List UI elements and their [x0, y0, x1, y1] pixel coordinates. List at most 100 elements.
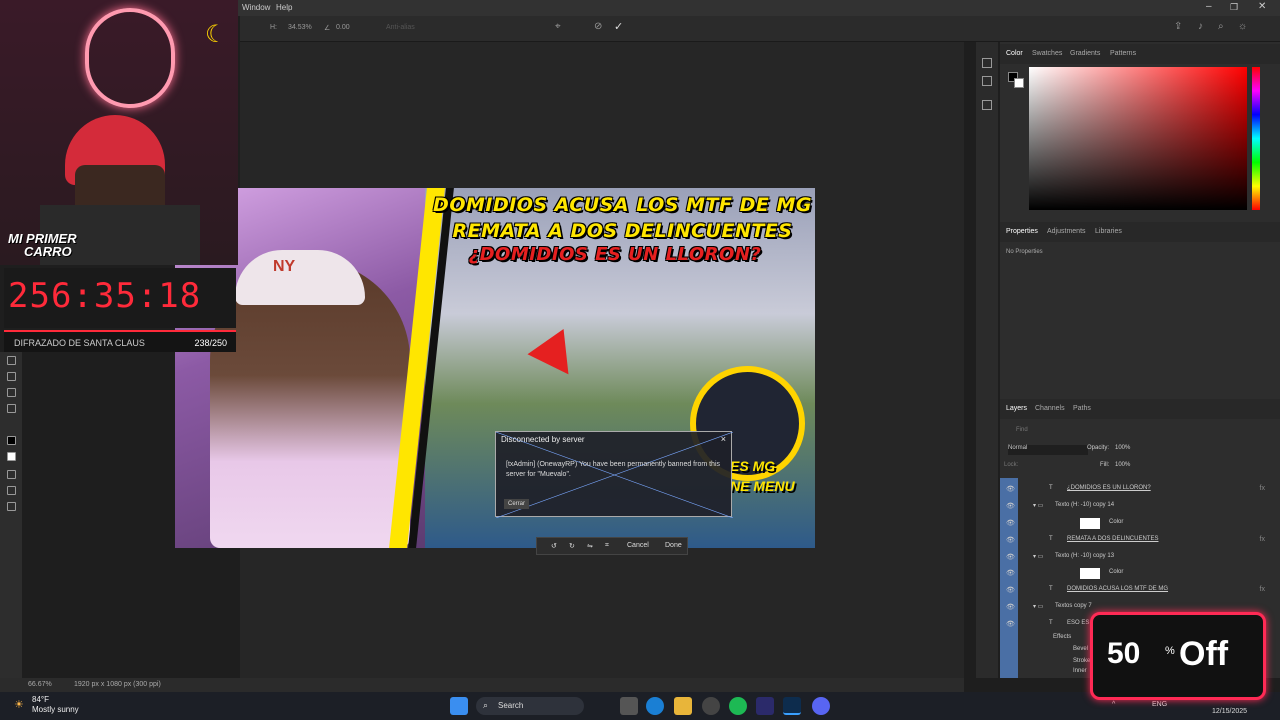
quick-mask-icon[interactable]	[7, 470, 16, 479]
minimize-icon[interactable]: –	[1206, 1, 1212, 12]
file-explorer-icon[interactable]	[674, 697, 692, 715]
chrome-icon[interactable]	[702, 697, 720, 715]
screen-mode-icon[interactable]	[7, 486, 16, 495]
zoom-tool-icon[interactable]	[7, 404, 16, 413]
tab-layers[interactable]: Layers	[1006, 405, 1027, 412]
search-icon[interactable]: ⌕	[1218, 21, 1224, 32]
hand-tool-icon[interactable]	[7, 388, 16, 397]
cancel-transform-icon[interactable]: ⊘	[594, 21, 602, 32]
menu-window[interactable]: Window	[242, 3, 270, 12]
rotate-left-icon[interactable]: ↺	[551, 542, 557, 550]
edit-toolbar-icon[interactable]	[7, 502, 16, 511]
layer-row[interactable]: 👁 Color	[1003, 565, 1271, 581]
comments-icon[interactable]	[982, 76, 992, 86]
fx-icon[interactable]	[982, 100, 992, 110]
cancel-button[interactable]: Cancel	[627, 542, 649, 549]
share-icon[interactable]: ⇪	[1174, 21, 1182, 32]
stream-logo: MI PRIMER CARRO	[8, 231, 77, 259]
anti-alias-checkbox[interactable]: Anti-alias	[386, 24, 415, 31]
language-indicator[interactable]: ENG	[1152, 701, 1167, 708]
dialog-close-button[interactable]: Cerrar	[504, 499, 530, 509]
foreground-color-icon[interactable]	[7, 436, 16, 445]
spotify-icon[interactable]	[729, 697, 747, 715]
layer-row[interactable]: 👁 Color	[1003, 515, 1271, 531]
document-info: 1920 px x 1080 px (300 ppi)	[74, 681, 161, 688]
background-swatch[interactable]	[1014, 78, 1024, 88]
maximize-icon[interactable]: ❐	[1230, 2, 1238, 13]
taskbar-search[interactable]: ⌕ Search	[476, 697, 584, 715]
disconnect-dialog-layer[interactable]: Disconnected by server × [txAdmin] (Onew…	[495, 431, 733, 518]
done-button[interactable]: Done	[665, 542, 682, 549]
goal-count: 238/250	[194, 338, 227, 348]
layer-row[interactable]: 👁 T ¿DOMIDIOS ES UN LLORON? fx	[1003, 481, 1271, 497]
tab-gradients[interactable]: Gradients	[1070, 50, 1100, 57]
bell-icon[interactable]: ♪	[1198, 21, 1203, 32]
layer-filter-input[interactable]: Find	[1016, 427, 1028, 433]
fill-value[interactable]: 100%	[1115, 462, 1130, 468]
fill-label: Fill:	[1100, 462, 1110, 468]
dialog-close-icon[interactable]: ×	[721, 434, 726, 444]
opacity-label: Opacity:	[1087, 445, 1110, 451]
move-tool-icon[interactable]	[7, 356, 16, 365]
marquee-tool-icon[interactable]	[7, 372, 16, 381]
lightbulb-icon[interactable]: ☼	[1238, 21, 1247, 32]
warp-mode-icon[interactable]: ⌗	[605, 542, 609, 550]
tab-paths[interactable]: Paths	[1073, 405, 1091, 412]
history-icon[interactable]	[982, 58, 992, 68]
layer-row[interactable]: 👁 ▾ ▭ Texto (H: -10) copy 14	[1003, 498, 1271, 514]
promo-badge: 50 % Off	[1090, 612, 1266, 700]
promo-percent: %	[1165, 645, 1175, 657]
warp-icon[interactable]: ⌖	[555, 21, 561, 32]
rotate-right-icon[interactable]: ↻	[569, 542, 575, 550]
media-encoder-icon[interactable]	[756, 697, 774, 715]
windows-start-icon[interactable]	[450, 697, 468, 715]
dialog-message: [txAdmin] (OnewayRP) You have been perma…	[506, 461, 721, 478]
search-icon: ⌕	[483, 700, 489, 710]
eye-icon: 👁	[1006, 554, 1015, 561]
tab-channels[interactable]: Channels	[1035, 405, 1065, 412]
eye-icon: 👁	[1006, 486, 1015, 493]
layers-panel-tabs: Layers Channels Paths	[1000, 399, 1280, 419]
webcam-overlay: ☾ MI PRIMER CARRO	[0, 0, 238, 265]
overlay-text-2: NE MENU	[730, 478, 795, 494]
transform-bar: ↺ ↻ ⇋ ⌗ Cancel Done	[536, 537, 688, 555]
tab-patterns[interactable]: Patterns	[1110, 50, 1136, 57]
panel-icon-bar	[976, 42, 998, 678]
edge-icon[interactable]	[646, 697, 664, 715]
color-field[interactable]	[1029, 67, 1247, 210]
flip-icon[interactable]: ⇋	[587, 542, 593, 550]
layer-row[interactable]: 👁 T REMATA A DOS DELINCUENTES fx	[1003, 532, 1271, 548]
commit-transform-icon[interactable]: ✓	[614, 20, 623, 33]
eye-icon: 👁	[1006, 621, 1015, 628]
taskbar: ☀ 84°F Mostly sunny ⌕ Search ^ ENG 12/15…	[0, 692, 1280, 720]
tab-adjustments[interactable]: Adjustments	[1047, 228, 1086, 235]
scale-value[interactable]: 34.53%	[288, 24, 312, 31]
tab-properties[interactable]: Properties	[1006, 228, 1038, 235]
weather-widget[interactable]: 84°F Mostly sunny	[32, 695, 79, 715]
zoom-level[interactable]: 66.67%	[28, 681, 52, 688]
background-color-icon[interactable]	[7, 452, 16, 461]
eye-icon: 👁	[1006, 570, 1015, 577]
eye-icon: 👁	[1006, 520, 1015, 527]
discord-icon[interactable]	[812, 697, 830, 715]
tab-swatches[interactable]: Swatches	[1032, 50, 1062, 57]
opacity-value[interactable]: 100%	[1115, 445, 1130, 451]
blend-mode-select[interactable]: Normal	[1008, 445, 1088, 455]
tab-color[interactable]: Color	[1006, 50, 1023, 57]
status-bar: 66.67% 1920 px x 1080 px (300 ppi)	[0, 678, 964, 692]
options-bar: H: 34.53% ∠ 0.00 Anti-alias ⌖ ⊘ ✓ ⇪ ♪ ⌕ …	[240, 16, 1280, 42]
close-window-icon[interactable]: ✕	[1258, 1, 1266, 12]
task-view-icon[interactable]	[620, 697, 638, 715]
hue-slider[interactable]	[1252, 67, 1260, 210]
angle-value[interactable]: 0.00	[336, 24, 350, 31]
clock[interactable]: 12/15/2025	[1212, 698, 1247, 716]
menu-help[interactable]: Help	[276, 3, 292, 12]
tab-libraries[interactable]: Libraries	[1095, 228, 1122, 235]
headline-1: DOMIDIOS ACUSA LOS MTF DE MG	[433, 194, 812, 216]
layer-row[interactable]: 👁 ▾ ▭ Texto (H: -10) copy 13	[1003, 549, 1271, 565]
stream-goal: DIFRAZADO DE SANTA CLAUS 238/250	[4, 330, 236, 352]
tray-chevron-icon[interactable]: ^	[1112, 701, 1115, 708]
photoshop-icon[interactable]	[783, 697, 801, 715]
promo-word: Off	[1179, 635, 1229, 673]
layer-row[interactable]: 👁 T DOMIDIOS ACUSA LOS MTF DE MG fx	[1003, 582, 1271, 598]
